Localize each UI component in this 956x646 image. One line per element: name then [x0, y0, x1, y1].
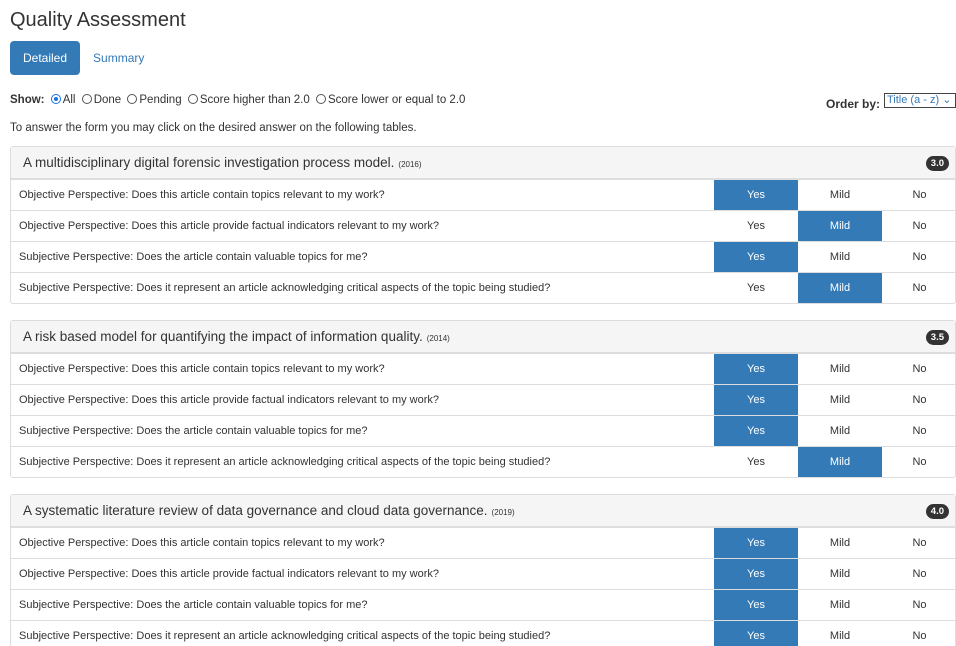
article-year: (2014) [426, 334, 450, 343]
answer-mild[interactable]: Mild [798, 385, 882, 415]
score-badge: 3.5 [925, 330, 949, 345]
answer-no[interactable]: No [882, 559, 956, 589]
question-text: Objective Perspective: Does this article… [19, 363, 385, 375]
question-row: Subjective Perspective: Does it represen… [11, 446, 955, 477]
answer-mild[interactable]: Mild [798, 354, 882, 384]
chevron-down-icon: ⌄ [942, 94, 952, 106]
answer-no[interactable]: No [882, 354, 956, 384]
answer-mild[interactable]: Mild [798, 180, 882, 210]
answer-yes[interactable]: Yes [714, 621, 798, 646]
question-row: Objective Perspective: Does this article… [11, 210, 955, 241]
question-row: Objective Perspective: Does this article… [11, 353, 955, 384]
tab-detailed[interactable]: Detailed [10, 41, 81, 75]
radio-pending[interactable] [127, 94, 138, 104]
answer-yes[interactable]: Yes [714, 416, 798, 446]
show-label: Show: [10, 94, 45, 106]
question-row: Objective Perspective: Does this article… [11, 384, 955, 415]
question-row: Subjective Perspective: Does the article… [11, 589, 955, 620]
article-header: A risk based model for quantifying the i… [11, 321, 955, 353]
answer-yes[interactable]: Yes [714, 447, 798, 477]
instruction-text: To answer the form you may click on the … [10, 122, 417, 134]
answer-no[interactable]: No [882, 447, 956, 477]
question-row: Subjective Perspective: Does it represen… [11, 620, 955, 646]
radio-score-higher[interactable] [187, 94, 198, 104]
question-text: Objective Perspective: Does this article… [19, 220, 440, 232]
answer-no[interactable]: No [882, 590, 956, 620]
answer-yes[interactable]: Yes [714, 211, 798, 241]
question-row: Subjective Perspective: Does the article… [11, 241, 955, 272]
answer-mild[interactable]: Mild [798, 273, 882, 303]
question-text: Objective Perspective: Does this article… [19, 537, 385, 549]
article-panel: A systematic literature review of data g… [10, 494, 956, 646]
answer-no[interactable]: No [882, 211, 956, 241]
answer-yes[interactable]: Yes [714, 528, 798, 558]
answer-no[interactable]: No [882, 273, 956, 303]
answer-no[interactable]: No [882, 242, 956, 272]
question-row: Subjective Perspective: Does the article… [11, 415, 955, 446]
answer-mild[interactable]: Mild [798, 211, 882, 241]
answer-mild[interactable]: Mild [798, 242, 882, 272]
answer-yes[interactable]: Yes [714, 385, 798, 415]
article-panel: A risk based model for quantifying the i… [10, 320, 956, 478]
radio-pending-label[interactable]: Pending [139, 94, 181, 106]
answer-no[interactable]: No [882, 180, 956, 210]
answer-mild[interactable]: Mild [798, 590, 882, 620]
order-by-select[interactable]: Title (a - z) ⌄ [884, 93, 956, 108]
question-row: Subjective Perspective: Does it represen… [11, 272, 955, 303]
question-text: Subjective Perspective: Does it represen… [19, 630, 551, 642]
article-header: A systematic literature review of data g… [11, 495, 955, 527]
answer-mild[interactable]: Mild [798, 447, 882, 477]
article-title: A multidisciplinary digital forensic inv… [23, 155, 395, 170]
answer-mild[interactable]: Mild [798, 621, 882, 646]
order-by: Order by: Title (a - z) ⌄ [826, 93, 956, 111]
article-panel: A multidisciplinary digital forensic inv… [10, 146, 956, 304]
question-row: Objective Perspective: Does this article… [11, 179, 955, 210]
score-badge: 3.0 [925, 156, 949, 171]
radio-all-label[interactable]: All [63, 94, 76, 106]
answer-yes[interactable]: Yes [714, 242, 798, 272]
answer-yes[interactable]: Yes [714, 590, 798, 620]
radio-all[interactable] [50, 94, 61, 104]
radio-done[interactable] [81, 94, 92, 104]
filter-bar: Show: All Done Pending Score higher than… [10, 93, 956, 111]
question-row: Objective Perspective: Does this article… [11, 527, 955, 558]
question-text: Subjective Perspective: Does it represen… [19, 456, 551, 468]
article-year: (2016) [398, 160, 422, 169]
question-text: Subjective Perspective: Does the article… [19, 599, 368, 611]
answer-no[interactable]: No [882, 416, 956, 446]
article-title: A risk based model for quantifying the i… [23, 329, 423, 344]
question-text: Subjective Perspective: Does the article… [19, 425, 368, 437]
view-tabs: Detailed Summary [10, 41, 157, 75]
tab-summary[interactable]: Summary [80, 41, 157, 75]
order-by-value: Title (a - z) [887, 94, 940, 106]
page-title: Quality Assessment [10, 9, 186, 31]
answer-yes[interactable]: Yes [714, 354, 798, 384]
article-title: A systematic literature review of data g… [23, 503, 488, 518]
answer-mild[interactable]: Mild [798, 528, 882, 558]
question-row: Objective Perspective: Does this article… [11, 558, 955, 589]
radio-score-lower-label[interactable]: Score lower or equal to 2.0 [328, 94, 465, 106]
answer-yes[interactable]: Yes [714, 559, 798, 589]
radio-score-higher-label[interactable]: Score higher than 2.0 [200, 94, 310, 106]
answer-no[interactable]: No [882, 385, 956, 415]
answer-yes[interactable]: Yes [714, 180, 798, 210]
article-header: A multidisciplinary digital forensic inv… [11, 147, 955, 179]
answer-mild[interactable]: Mild [798, 559, 882, 589]
answer-mild[interactable]: Mild [798, 416, 882, 446]
order-by-label: Order by: [825, 97, 880, 111]
question-text: Objective Perspective: Does this article… [19, 394, 440, 406]
question-text: Subjective Perspective: Does the article… [19, 251, 368, 263]
score-badge: 4.0 [925, 504, 949, 519]
article-year: (2019) [491, 508, 515, 517]
answer-no[interactable]: No [882, 621, 956, 646]
answer-no[interactable]: No [882, 528, 956, 558]
question-text: Objective Perspective: Does this article… [19, 189, 385, 201]
radio-done-label[interactable]: Done [94, 94, 122, 106]
question-text: Objective Perspective: Does this article… [19, 568, 440, 580]
question-text: Subjective Perspective: Does it represen… [19, 282, 551, 294]
radio-score-lower[interactable] [315, 94, 326, 104]
answer-yes[interactable]: Yes [714, 273, 798, 303]
